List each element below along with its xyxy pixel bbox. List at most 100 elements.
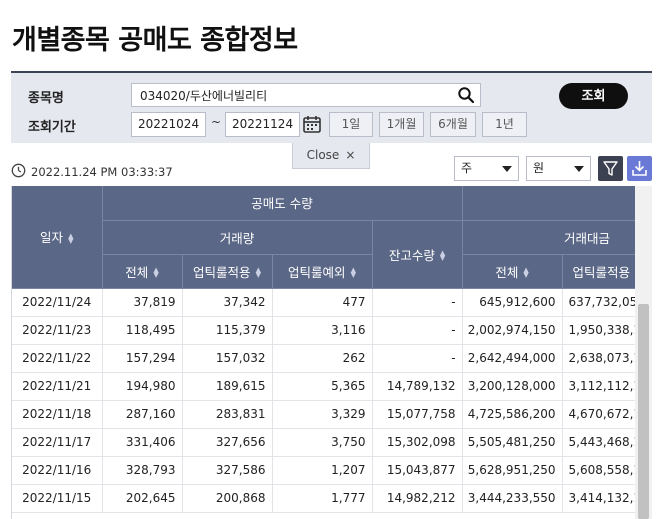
cell-amount-total: 5,505,481,250 <box>462 428 563 457</box>
cell-exempt: 477 <box>272 288 373 317</box>
cell-balance: 14,982,212 <box>372 484 463 513</box>
cell-exempt: 3,750 <box>272 428 373 457</box>
col-uptick-applied-label: 업틱룰적용 <box>193 264 251 280</box>
period-1year-button[interactable]: 1년 <box>482 112 527 137</box>
period-1month-button[interactable]: 1개월 <box>379 112 424 137</box>
col-amount-total-header[interactable]: 전체 ▲ ▼ <box>462 254 563 289</box>
period-6month-button[interactable]: 6개월 <box>430 112 476 137</box>
cell-balance: 15,077,758 <box>372 400 463 429</box>
cell-total: 157,294 <box>102 344 183 373</box>
cell-date: 2022/11/15 <box>12 484 103 513</box>
filter-icon <box>603 161 618 176</box>
cell-amount-uptick: 4,670,672,1 <box>562 400 635 429</box>
table-row: 2022/11/22 157,294 157,032 262-2,642,494,00… <box>12 344 635 373</box>
cell-amount-total: 5,628,951,250 <box>462 456 563 485</box>
col-amount-uptick-header[interactable]: 업틱룰적용 <box>562 254 635 289</box>
sort-icon: ▲ ▼ <box>523 266 529 279</box>
table-row: 2022/11/16 328,793 327,586 1,207 15,043,877 5… <box>12 456 635 485</box>
search-icon[interactable] <box>457 86 475 104</box>
col-uptick-exempt-label: 업틱룰예외 <box>288 264 346 280</box>
cell-exempt: 262 <box>272 344 373 373</box>
stock-name-input[interactable]: 034020/두산에너빌리티 <box>131 83 481 107</box>
cell-total: 37,819 <box>102 288 183 317</box>
cell-uptick: 327,586 <box>182 456 273 485</box>
lookup-button[interactable]: 조회 <box>559 83 628 109</box>
cell-amount-total: 4,725,586,200 <box>462 400 563 429</box>
cell-balance: - <box>372 344 463 373</box>
cell-total: 331,406 <box>102 428 183 457</box>
download-button[interactable] <box>627 156 652 181</box>
cell-amount-uptick: 637,732,05 <box>562 288 635 317</box>
cell-balance: - <box>372 288 463 317</box>
cell-uptick: 157,032 <box>182 344 273 373</box>
sort-icon: ▲ ▼ <box>153 266 159 279</box>
col-total-header[interactable]: 전체 ▲ ▼ <box>102 254 183 289</box>
col-balance-header[interactable]: 잔고수량 ▲ ▼ <box>372 220 463 289</box>
close-search-panel-button[interactable]: Close × <box>292 143 370 169</box>
cell-amount-total: 3,444,233,550 <box>462 484 563 513</box>
cell-uptick: 200,868 <box>182 484 273 513</box>
currency-unit-value: 원 <box>533 161 545 175</box>
sort-icon: ▲ ▼ <box>68 231 74 245</box>
filter-button[interactable] <box>598 156 623 181</box>
chevron-down-icon <box>574 166 584 172</box>
currency-unit-select[interactable]: 원 <box>526 156 591 181</box>
cell-date: 2022/11/21 <box>12 372 103 401</box>
period-unit-select[interactable]: 주 <box>454 156 519 181</box>
col-date-header[interactable]: 일자 ▲ ▼ <box>12 186 103 289</box>
table-row: 2022/11/17 331,406 327,656 3,750 15,302,098 5… <box>12 428 635 457</box>
cell-amount-total: 2,002,974,150 <box>462 316 563 345</box>
cell-amount-total: 645,912,600 <box>462 288 563 317</box>
col-uptick-exempt-header[interactable]: 업틱룰예외 ▲ ▼ <box>272 254 373 289</box>
close-label: Close <box>306 148 340 162</box>
cell-date: 2022/11/16 <box>12 456 103 485</box>
sort-icon: ▲ ▼ <box>255 266 261 279</box>
close-icon: × <box>345 148 356 162</box>
cell-date: 2022/11/24 <box>12 288 103 317</box>
download-icon <box>632 161 647 176</box>
col-uptick-applied-header[interactable]: 업틱룰적용 ▲ ▼ <box>182 254 273 289</box>
date-from-input[interactable]: 20221024 <box>131 112 206 137</box>
cell-date: 2022/11/17 <box>12 428 103 457</box>
search-panel: 종목명 034020/두산에너빌리티 조회 조회기간 20221024 ~ 20… <box>11 71 652 143</box>
calendar-icon[interactable] <box>302 114 322 134</box>
cell-total: 194,980 <box>102 372 183 401</box>
table-row: 2022/11/21 194,980 189,615 5,365 14,789,132 3… <box>12 372 635 401</box>
short-volume-group-header: 공매도 수량 <box>102 186 463 221</box>
table-row: 2022/11/15 202,645 200,868 1,777 14,982,212 3… <box>12 484 635 513</box>
cell-balance: 14,789,132 <box>372 372 463 401</box>
table-row: 2022/11/18 287,160 283,831 3,329 15,077,758 4… <box>12 400 635 429</box>
cell-amount-uptick: 3,414,132,1 <box>562 484 635 513</box>
col-amount-total-label: 전체 <box>495 264 519 280</box>
cell-total: 118,495 <box>102 316 183 345</box>
short-sale-table: 일자 ▲ ▼ 공매도 수량 거래량 잔고수량 ▲ ▼ 거래대금 전체 ▲ ▼ 업틱룰적용 ▲ ▼… <box>11 186 635 519</box>
trade-amount-group-spacer <box>462 186 635 221</box>
cell-uptick: 37,342 <box>182 288 273 317</box>
col-total-label: 전체 <box>125 264 149 280</box>
sort-icon: ▲ ▼ <box>439 249 446 262</box>
cell-amount-uptick: 2,638,073,1 <box>562 344 635 373</box>
cell-exempt: 5,365 <box>272 372 373 401</box>
cell-amount-uptick: 5,443,468,1 <box>562 428 635 457</box>
cell-amount-total: 3,200,128,000 <box>462 372 563 401</box>
cell-uptick: 115,379 <box>182 316 273 345</box>
trade-amount-header: 거래대금 <box>462 220 635 255</box>
cell-uptick: 283,831 <box>182 400 273 429</box>
table-scrollbar-thumb[interactable] <box>638 304 649 519</box>
date-to-input[interactable]: 20221124 <box>225 112 300 137</box>
cell-date: 2022/11/18 <box>12 400 103 429</box>
page-title: 개별종목 공매도 종합정보 <box>12 25 298 56</box>
cell-balance: 15,302,098 <box>372 428 463 457</box>
period-unit-value: 주 <box>461 161 473 175</box>
trade-volume-header: 거래량 <box>102 220 373 255</box>
table-row: 2022/11/24 37,819 37,342 477-645,912,600 637… <box>12 288 635 317</box>
cell-uptick: 189,615 <box>182 372 273 401</box>
cell-date: 2022/11/23 <box>12 316 103 345</box>
cell-uptick: 327,656 <box>182 428 273 457</box>
cell-amount-uptick: 1,950,338,1 <box>562 316 635 345</box>
cell-balance: 15,043,877 <box>372 456 463 485</box>
cell-amount-uptick: 3,112,112,1 <box>562 372 635 401</box>
period-1day-button[interactable]: 1일 <box>329 112 373 137</box>
col-balance-label: 잔고수량 <box>388 247 435 263</box>
cell-exempt: 3,329 <box>272 400 373 429</box>
